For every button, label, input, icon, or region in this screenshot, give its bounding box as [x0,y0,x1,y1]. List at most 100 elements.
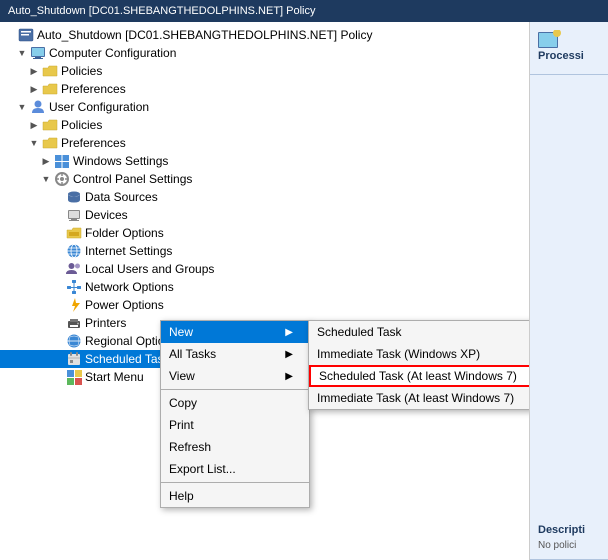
submenu-immediate-win7-label: Immediate Task (At least Windows 7) [317,391,514,405]
right-description-title: Descripti [538,524,600,536]
submenu-immediate-xp-label: Immediate Task (Windows XP) [317,347,480,361]
tree-item-devices[interactable]: Devices [0,206,529,224]
icon-ws [54,153,70,169]
label-root: Auto_Shutdown [DC01.SHEBANGTHEDOLPHINS.N… [37,28,372,42]
expand-icon-uc-prefs: ▼ [28,137,40,149]
context-menu-new-arrow: ▶ [285,327,293,338]
context-menu-refresh[interactable]: Refresh [161,436,309,458]
icon-sm [66,369,82,385]
icon-st [66,351,82,367]
icon-fo [66,225,82,241]
expand-icon-cc-prefs: ▶ [28,83,40,95]
icon-lu [66,261,82,277]
expand-icon-ws: ▶ [40,155,52,167]
tree-item-cc-preferences[interactable]: ▶ Preferences [0,80,529,98]
expand-icon-st [52,353,64,365]
tree-item-data-sources[interactable]: Data Sources [0,188,529,206]
right-panel: Processi Descripti No polici [530,22,608,560]
tree-item-folder-options[interactable]: Folder Options [0,224,529,242]
expand-icon-pr [52,317,64,329]
submenu: Scheduled Task Immediate Task (Windows X… [308,320,530,410]
label-fo: Folder Options [85,226,164,240]
main-content: Auto_Shutdown [DC01.SHEBANGTHEDOLPHINS.N… [0,22,608,560]
tree-item-user-config[interactable]: ▼ User Configuration [0,98,529,116]
tree-item-uc-policies[interactable]: ▶ Policies [0,116,529,134]
icon-root [18,27,34,43]
context-menu-sep1 [161,389,309,390]
context-menu-all-tasks[interactable]: All Tasks ▶ [161,343,309,365]
right-processing-section: Processi [530,22,608,75]
submenu-immediate-win7[interactable]: Immediate Task (At least Windows 7) [309,387,530,409]
icon-cc-prefs [42,81,58,97]
label-uc: User Configuration [49,100,149,114]
expand-icon-lu [52,263,64,275]
context-menu-new[interactable]: New ▶ [161,321,309,343]
context-menu-all-tasks-arrow: ▶ [285,349,293,360]
expand-icon-sm [52,371,64,383]
tree-item-local-users[interactable]: Local Users and Groups [0,260,529,278]
title-bar: Auto_Shutdown [DC01.SHEBANGTHEDOLPHINS.N… [0,0,608,22]
expand-icon-cp: ▼ [40,173,52,185]
context-menu-help-label: Help [169,489,194,503]
context-menu-help[interactable]: Help [161,485,309,507]
label-pr: Printers [85,316,126,330]
tree-item-network-options[interactable]: Network Options [0,278,529,296]
right-description-section: Descripti No polici [530,516,608,560]
label-po: Power Options [85,298,164,312]
expand-icon-cc-policies: ▶ [28,65,40,77]
context-menu-view-arrow: ▶ [285,371,293,382]
expand-icon-uc: ▼ [16,101,28,113]
icon-uc [30,99,46,115]
submenu-immediate-xp[interactable]: Immediate Task (Windows XP) [309,343,530,365]
context-menu-export-list[interactable]: Export List... [161,458,309,480]
tree-item-uc-prefs[interactable]: ▼ Preferences [0,134,529,152]
icon-is [66,243,82,259]
context-menu-view-label: View [169,369,195,383]
icon-dev [66,207,82,223]
tree-item-root[interactable]: Auto_Shutdown [DC01.SHEBANGTHEDOLPHINS.N… [0,26,529,44]
context-menu-new-label: New [169,325,193,339]
tree-item-windows-settings[interactable]: ▶ Windows Settings [0,152,529,170]
tree-item-cc-policies[interactable]: ▶ Policies [0,62,529,80]
submenu-scheduled-win7-label: Scheduled Task (At least Windows 7) [319,369,517,383]
context-menu-view[interactable]: View ▶ [161,365,309,387]
expand-icon-root [4,29,16,41]
label-uc-prefs: Preferences [61,136,126,150]
expand-icon-cc: ▼ [16,47,28,59]
expand-icon-no [52,281,64,293]
context-menu-export-list-label: Export List... [169,462,236,476]
tree-item-control-panel[interactable]: ▼ Control Panel Settings [0,170,529,188]
context-menu-copy[interactable]: Copy [161,392,309,414]
title-text: Auto_Shutdown [DC01.SHEBANGTHEDOLPHINS.N… [8,5,316,17]
label-ds: Data Sources [85,190,158,204]
expand-icon-ds [52,191,64,203]
expand-icon-fo [52,227,64,239]
icon-cc-policies [42,63,58,79]
context-menu-print-label: Print [169,418,194,432]
label-is: Internet Settings [85,244,172,258]
tree-item-computer-config[interactable]: ▼ Computer Configuration [0,44,529,62]
label-cc: Computer Configuration [49,46,176,60]
label-uc-policies: Policies [61,118,102,132]
context-menu-copy-label: Copy [169,396,197,410]
submenu-scheduled-task[interactable]: Scheduled Task [309,321,530,343]
expand-icon-uc-policies: ▶ [28,119,40,131]
submenu-scheduled-win7[interactable]: Scheduled Task (At least Windows 7) [309,365,530,387]
label-cp: Control Panel Settings [73,172,192,186]
icon-uc-prefs [42,135,58,151]
icon-pr [66,315,82,331]
label-dev: Devices [85,208,128,222]
context-menu-all-tasks-label: All Tasks [169,347,216,361]
expand-icon-is [52,245,64,257]
icon-po [66,297,82,313]
icon-cc [30,45,46,61]
label-no: Network Options [85,280,174,294]
label-lu: Local Users and Groups [85,262,214,276]
context-menu-print[interactable]: Print [161,414,309,436]
icon-ro [66,333,82,349]
expand-icon-dev [52,209,64,221]
tree-item-internet-settings[interactable]: Internet Settings [0,242,529,260]
label-sm: Start Menu [85,370,144,384]
right-description-text: No polici [538,540,600,551]
tree-item-power-options[interactable]: Power Options [0,296,529,314]
